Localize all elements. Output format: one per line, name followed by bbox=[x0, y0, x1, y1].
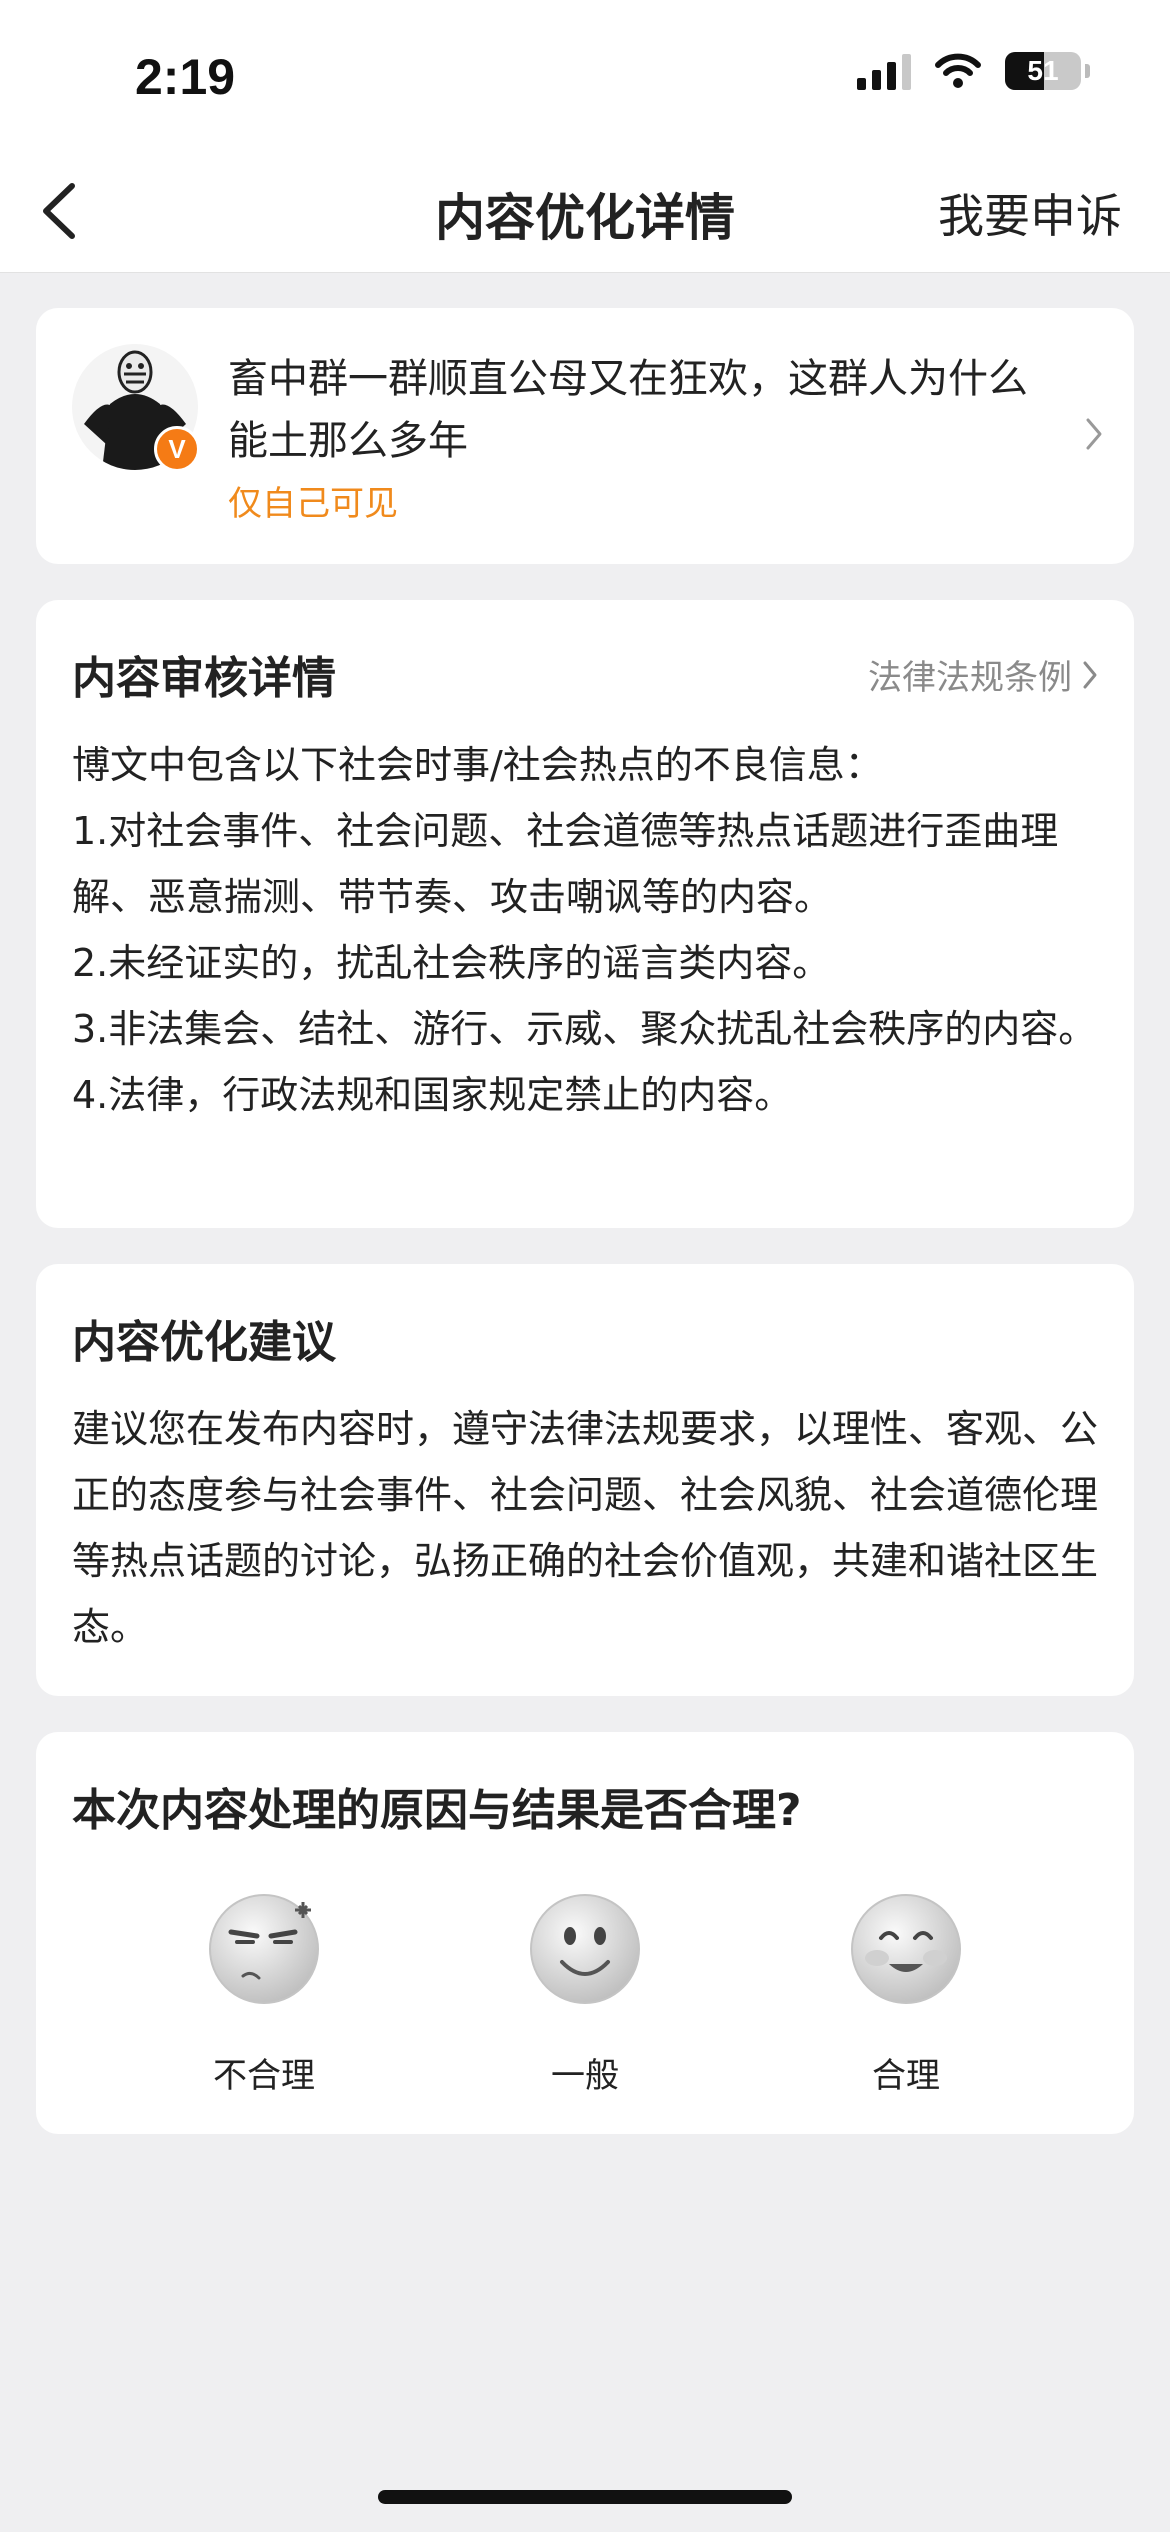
law-link-label: 法律法规条例 bbox=[868, 658, 1072, 698]
happy-face-icon bbox=[851, 1894, 961, 2004]
status-bar: 2:19 51 bbox=[0, 0, 1170, 150]
suggestion-card: 内容优化建议 建议您在发布内容时，遵守法律法规要求，以理性、客观、公正的态度参与… bbox=[36, 1264, 1134, 1696]
appeal-button[interactable]: 我要申诉 bbox=[938, 180, 1122, 246]
review-line: 4.法律，行政法规和国家规定禁止的内容。 bbox=[72, 1073, 793, 1117]
cellular-signal-icon bbox=[857, 52, 911, 90]
chevron-right-icon bbox=[1086, 418, 1102, 450]
suggestion-text: 建议您在发布内容时，遵守法律法规要求，以理性、客观、公正的态度参与社会事件、社会… bbox=[72, 1407, 1099, 1649]
rating-option-label: 一般 bbox=[551, 2056, 619, 2096]
battery-icon: 51 bbox=[1005, 52, 1081, 90]
rating-option-label: 合理 bbox=[872, 2056, 940, 2096]
verified-badge-icon: V bbox=[154, 426, 200, 472]
review-line: 1.对社会事件、社会问题、社会道德等热点话题进行歪曲理解、恶意揣测、带节奏、攻击… bbox=[72, 809, 1059, 919]
review-title: 内容审核详情 bbox=[72, 653, 336, 704]
wifi-icon bbox=[935, 53, 981, 88]
battery-level: 51 bbox=[1027, 55, 1059, 86]
post-text: 畜中群一群顺直公母又在狂欢，这群人为什么能土那么多年 bbox=[228, 356, 1028, 464]
suggestion-title: 内容优化建议 bbox=[72, 1317, 336, 1368]
post-card[interactable]: V 畜中群一群顺直公母又在狂欢，这群人为什么能土那么多年 仅自己可见 bbox=[36, 308, 1134, 564]
visibility-label: 仅自己可见 bbox=[228, 484, 398, 524]
battery-tip bbox=[1085, 64, 1090, 78]
review-reasons: 博文中包含以下社会时事/社会热点的不良信息： 1.对社会事件、社会问题、社会道德… bbox=[72, 732, 1102, 1128]
neutral-face-icon bbox=[530, 1894, 640, 2004]
rating-card: 本次内容处理的原因与结果是否合理? 不合理 一般 合理 bbox=[36, 1732, 1134, 2134]
rating-question: 本次内容处理的原因与结果是否合理? bbox=[72, 1785, 802, 1836]
angry-face-icon bbox=[209, 1894, 319, 2004]
home-indicator bbox=[378, 2490, 792, 2504]
law-regulations-link[interactable]: 法律法规条例 bbox=[868, 650, 1098, 699]
rating-option-label: 不合理 bbox=[213, 2056, 315, 2096]
system-icons: 51 bbox=[857, 52, 1090, 90]
review-line: 3.非法集会、结社、游行、示威、聚众扰乱社会秩序的内容。 bbox=[72, 1007, 1097, 1051]
chevron-right-icon bbox=[1083, 661, 1097, 688]
review-line: 2.未经证实的，扰乱社会秩序的谣言类内容。 bbox=[72, 941, 831, 985]
status-time: 2:19 bbox=[135, 49, 236, 105]
rating-option-unreasonable[interactable]: 不合理 bbox=[164, 1892, 364, 2097]
review-details-card: 内容审核详情 法律法规条例 博文中包含以下社会时事/社会热点的不良信息： 1.对… bbox=[36, 600, 1134, 1228]
rating-option-average[interactable]: 一般 bbox=[485, 1892, 685, 2097]
rating-option-reasonable[interactable]: 合理 bbox=[806, 1892, 1006, 2097]
nav-bar: 内容优化详情 我要申诉 bbox=[0, 150, 1170, 273]
review-line: 博文中包含以下社会时事/社会热点的不良信息： bbox=[72, 743, 883, 787]
